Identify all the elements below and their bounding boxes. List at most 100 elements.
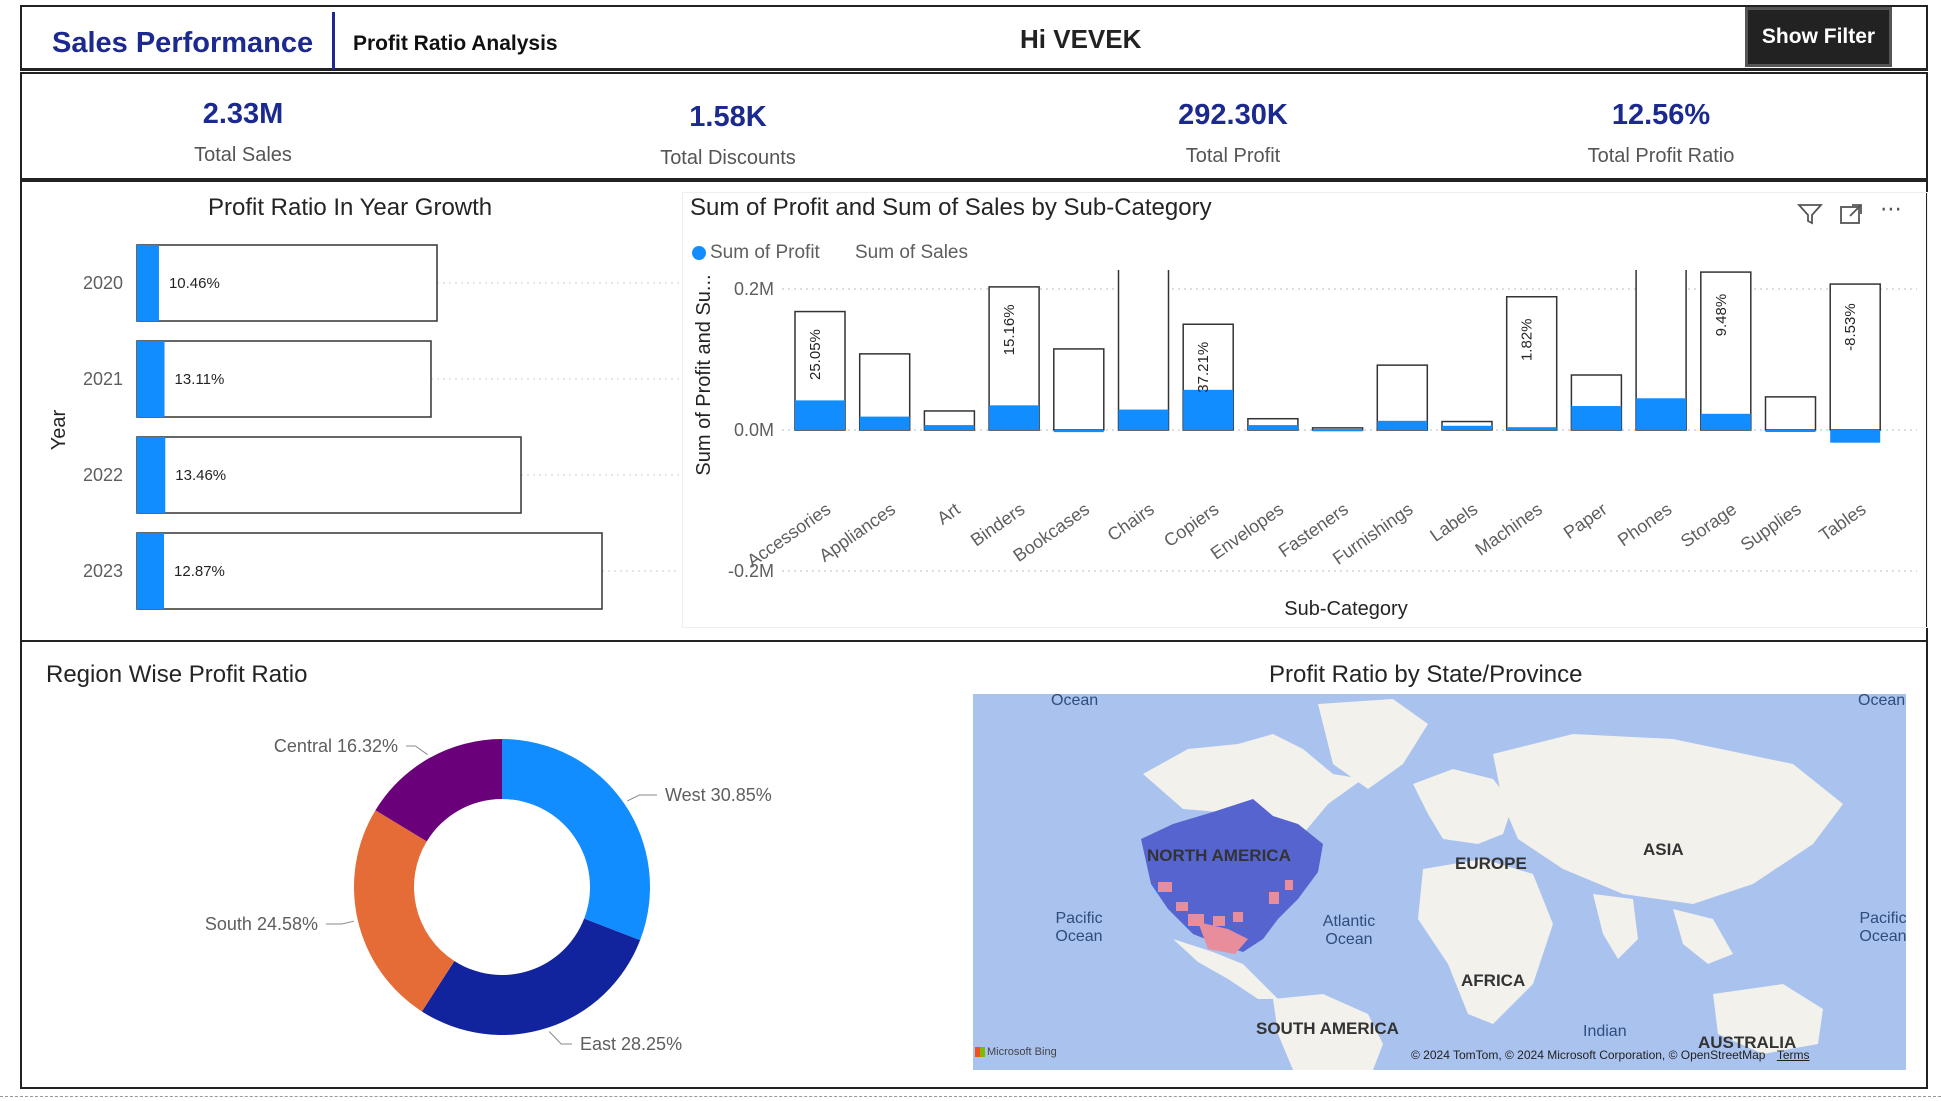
- subcat-y-axis-label: Sum of Profit and Su...: [693, 274, 715, 475]
- year-tick-label: 2020: [83, 273, 123, 293]
- sales-bar: [1764, 396, 1817, 431]
- state-map[interactable]: Ocean Ocean Pacific Ocean Atlantic Ocean…: [973, 694, 1906, 1070]
- subcat-x-tick: Labels: [1426, 499, 1481, 546]
- year-data-label: 10.46%: [169, 275, 220, 292]
- profit-bar: [1053, 430, 1104, 433]
- profit-bar: [1765, 430, 1816, 432]
- donut-leader-line: [406, 745, 428, 755]
- focus-mode-icon[interactable]: [1838, 202, 1864, 226]
- profit-bar: [1700, 413, 1751, 430]
- continent-africa: AFRICA: [1461, 971, 1526, 990]
- donut-leader-line: [627, 794, 657, 802]
- subcat-title: Sum of Profit and Sum of Sales by Sub-Ca…: [690, 194, 1212, 221]
- continent-europe: EUROPE: [1455, 854, 1527, 873]
- donut-label: Central 16.32%: [274, 736, 398, 756]
- header-divider: [332, 12, 335, 70]
- profit-bar: [924, 425, 975, 430]
- ocean-label-atlantic: Atlantic Ocean: [1322, 913, 1376, 948]
- profit-bar: [1247, 425, 1298, 430]
- region-title: Region Wise Profit Ratio: [46, 661, 308, 688]
- donut-slice-south: [354, 810, 455, 1012]
- kpi-total-sales-label: Total Sales: [194, 144, 292, 166]
- sales-bar: [1505, 296, 1558, 431]
- donut-label: East 28.25%: [580, 1034, 682, 1054]
- donut-leader-line: [548, 1031, 572, 1045]
- subcat-x-tick: Machines: [1471, 499, 1546, 560]
- profit-bar: [1442, 425, 1492, 430]
- continent-asia: ASIA: [1643, 840, 1684, 859]
- map-terms-link[interactable]: Terms: [1777, 1048, 1810, 1062]
- year-axis-label: Year: [48, 409, 70, 450]
- year-growth-title: Profit Ratio In Year Growth: [208, 194, 493, 221]
- sales-bar: [1053, 348, 1105, 431]
- subcat-x-tick: Art: [933, 499, 963, 529]
- subcat-x-tick: Paper: [1560, 499, 1611, 543]
- ocean-label-pacific-west: Pacific Ocean: [1055, 910, 1103, 945]
- legend-profit-label: Sum of Profit: [710, 242, 820, 263]
- kpi-total-sales-value: 2.33M: [202, 98, 284, 130]
- sales-bar: [1376, 364, 1429, 431]
- continent-south-america: SOUTH AMERICA: [1256, 1019, 1399, 1038]
- year-ratio-bar: [137, 437, 166, 513]
- ocean-label-indian: Indian: [1583, 1023, 1627, 1040]
- subcat-x-tick: Chairs: [1104, 499, 1158, 545]
- profit-bar: [795, 400, 845, 430]
- subcat-chart: Sum of Profit and Su... Sub-Category 0.4…: [693, 270, 1917, 620]
- subcat-data-label: 15.16%: [1001, 304, 1018, 355]
- header-bar: Sales Performance Profit Ratio Analysis …: [20, 5, 1928, 71]
- year-ratio-bar: [137, 245, 159, 321]
- kpi-total-discounts-value: 1.58K: [689, 101, 767, 133]
- region-donut-chart: West 30.85% East 28.25% South 24.58% Centra…: [205, 736, 772, 1054]
- year-growth-chart: Year 2020 10.46% 2021 13.11% 2022 13.46% 2023 1…: [48, 244, 680, 610]
- profit-bar: [1183, 389, 1234, 430]
- map-land: [1141, 699, 1843, 1070]
- kpi-row: 2.33M Total Sales 1.58K Total Discounts …: [20, 72, 1928, 180]
- map-copyright-text: © 2024 TomTom, © 2024 Microsoft Corporat…: [1411, 1048, 1766, 1062]
- profit-bar: [989, 405, 1040, 430]
- profit-bar: [1118, 409, 1169, 430]
- kpi-total-profit-label: Total Profit: [1185, 145, 1281, 167]
- legend-sales-label: Sum of Sales: [855, 242, 968, 263]
- kpi-total-profit-ratio-label: Total Profit Ratio: [1587, 145, 1735, 167]
- legend-profit-marker: [692, 246, 706, 260]
- app-title: Sales Performance: [52, 27, 314, 59]
- year-tick-label: 2023: [83, 561, 123, 581]
- year-tick-label: 2022: [83, 465, 123, 485]
- kpi-total-profit-ratio-value: 12.56%: [1611, 99, 1711, 131]
- profit-bar: [859, 416, 910, 430]
- kpi-total-profit-value: 292.30K: [1178, 99, 1288, 131]
- donut-label: South 24.58%: [205, 914, 318, 934]
- subcat-y-tick: 0.2M: [734, 279, 774, 299]
- profit-bar: [1636, 398, 1687, 430]
- donut-slice-west: [502, 739, 650, 941]
- subcat-x-tick: Supplies: [1737, 499, 1805, 555]
- subcat-data-label: 25.05%: [807, 329, 824, 380]
- show-filter-button[interactable]: Show Filter: [1745, 7, 1892, 67]
- subcat-x-tick: Storage: [1677, 499, 1740, 552]
- map-copyright: © 2024 TomTom, © 2024 Microsoft Corporat…: [1411, 1048, 1809, 1062]
- subcat-data-label: 1.82%: [1519, 318, 1536, 361]
- filter-icon[interactable]: [1797, 202, 1823, 226]
- kpi-total-discounts-label: Total Discounts: [660, 147, 796, 169]
- microsoft-logo-icon: [975, 1047, 985, 1057]
- donut-slices: West 30.85% East 28.25% South 24.58% Centra…: [205, 736, 772, 1054]
- year-ratio-bar: [137, 533, 165, 609]
- more-options-icon[interactable]: ⋯: [1880, 196, 1903, 222]
- tab-profit-ratio-analysis[interactable]: Profit Ratio Analysis: [353, 32, 558, 56]
- year-ratio-bar: [137, 341, 165, 417]
- profit-bar: [1506, 427, 1557, 430]
- subcat-x-tick: Tables: [1815, 499, 1869, 545]
- donut-label: West 30.85%: [665, 785, 772, 805]
- bing-logo: Microsoft Bing: [975, 1046, 1057, 1058]
- map-title: Profit Ratio by State/Province: [1269, 661, 1583, 688]
- subcat-x-axis-label: Sub-Category: [1284, 598, 1407, 620]
- subcat-data-label: 37.21%: [1195, 342, 1212, 393]
- year-tick-label: 2021: [83, 369, 123, 389]
- year-data-label: 13.11%: [175, 371, 225, 388]
- greeting-text: Hi VEVEK: [1020, 24, 1142, 54]
- profit-bar: [1312, 429, 1363, 432]
- subcat-x-tick: Envelopes: [1207, 499, 1287, 564]
- subcat-x-tick: Phones: [1614, 499, 1675, 550]
- profit-bar: [1571, 406, 1622, 430]
- ocean-label-1: Ocean: [1051, 694, 1099, 709]
